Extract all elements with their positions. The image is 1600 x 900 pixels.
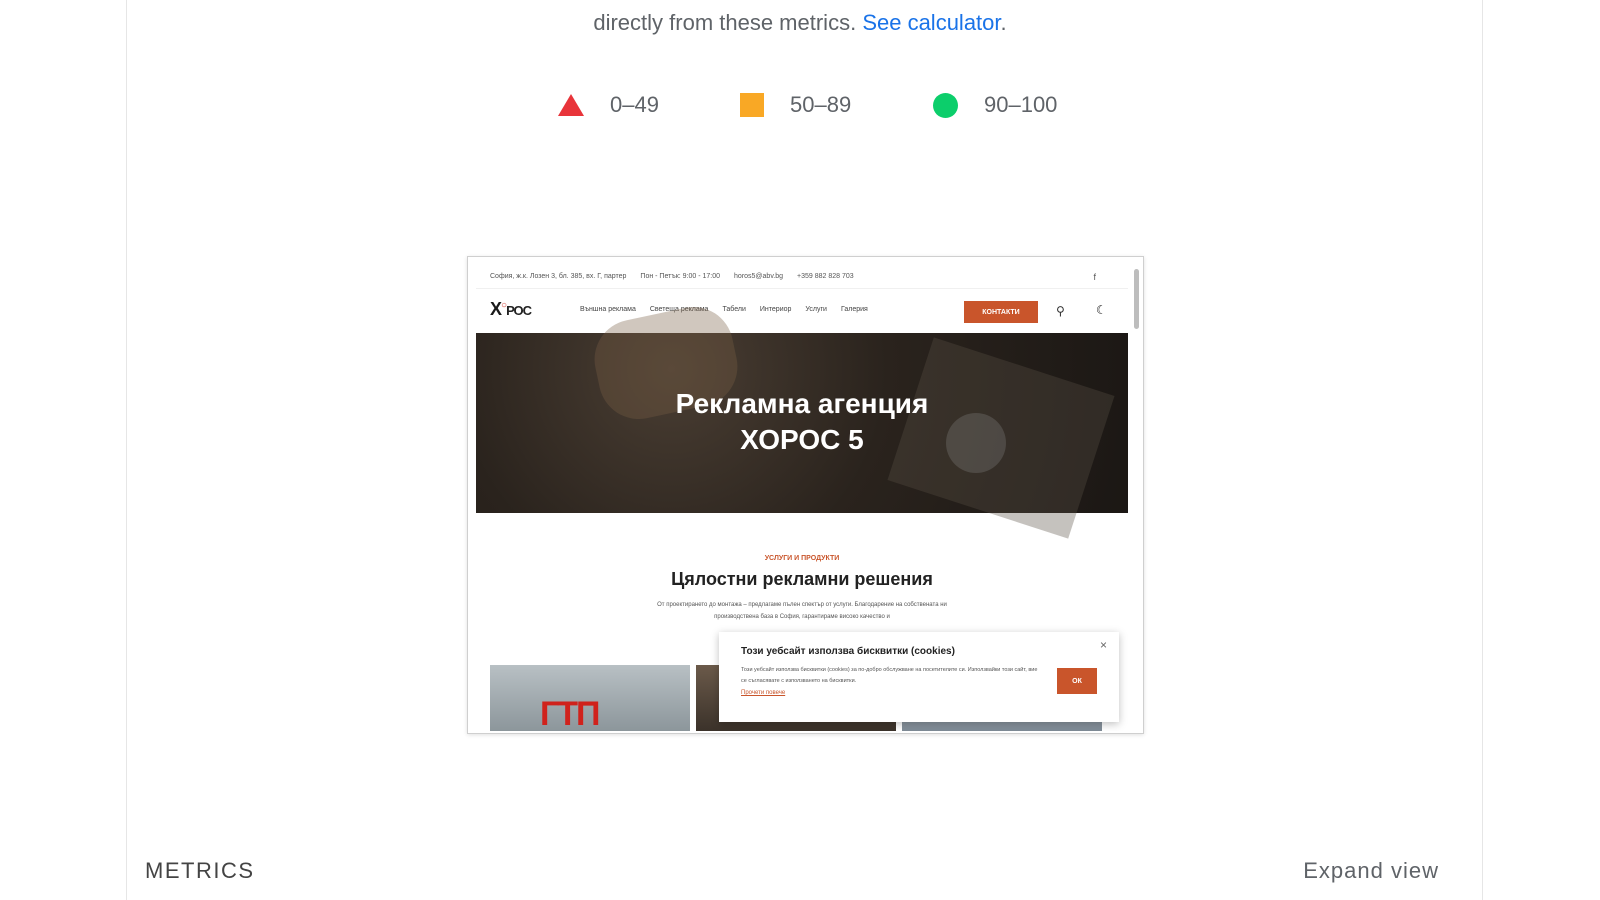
square-icon <box>740 93 764 117</box>
site-navbar: Х○РОС Външна реклама Светеща реклама Таб… <box>476 289 1128 333</box>
score-legend: 0–49 50–89 90–100 <box>0 88 1600 124</box>
section-title: Цялостни рекламни решения <box>671 569 933 589</box>
hours-text: Пон - Петък: 9:00 - 17:00 <box>640 273 721 280</box>
legend-item-fail: 0–49 <box>558 92 659 118</box>
thumbnail-sign-text: ГТП <box>540 695 601 731</box>
nav-item: Интериор <box>759 306 792 313</box>
triangle-icon <box>558 94 584 116</box>
contact-button: КОНТАКТИ <box>964 301 1038 323</box>
nav-item: Табели <box>722 306 746 313</box>
expand-view-toggle[interactable]: Expand view <box>1303 858 1439 884</box>
site-nav: Външна реклама Светеща реклама Табели Ин… <box>580 306 882 313</box>
nav-item: Външна реклама <box>580 306 636 313</box>
legend-label: 90–100 <box>984 92 1058 117</box>
legend-item-average: 50–89 <box>740 92 851 118</box>
legend-label: 0–49 <box>610 92 659 117</box>
search-icon: ⚲ <box>1056 304 1065 318</box>
intro-sentence: directly from these metrics. <box>593 10 857 35</box>
site-logo: Х○РОС <box>490 299 532 319</box>
legend-item-pass: 90–100 <box>933 92 1057 118</box>
cookie-banner: Този уебсайт използва бисквитки (cookies… <box>719 632 1119 722</box>
nav-item: Галерия <box>840 306 868 313</box>
address-text: София, ж.к. Лозен 3, бл. 385, вх. Г, пар… <box>490 273 627 280</box>
hero-title-line2: ХОРОС 5 <box>740 424 864 455</box>
hero-title: Рекламна агенция ХОРОС 5 <box>476 386 1128 458</box>
cookie-title: Този уебсайт използва бисквитки (cookies… <box>741 646 955 657</box>
site-topbar: София, ж.к. Лозен 3, бл. 385, вх. Г, пар… <box>476 265 1128 289</box>
email-text: horos5@abv.bg <box>734 273 784 280</box>
cookie-read-more-link: Прочети повече <box>741 690 786 696</box>
moon-icon: ☾ <box>1096 303 1107 317</box>
section-kicker: УСЛУГИ И ПРОДУКТИ <box>764 555 840 562</box>
intro-text: directly from these metrics. See calcula… <box>593 10 1007 35</box>
preview-scrollbar <box>1134 269 1139 329</box>
metrics-header: METRICS Expand view <box>0 858 1600 888</box>
nav-item: Услуги <box>805 306 827 313</box>
close-icon: × <box>1100 638 1108 652</box>
website-preview: София, ж.к. Лозен 3, бл. 385, вх. Г, пар… <box>476 265 1128 731</box>
section-description: От проектирането до монтажа – предлагаме… <box>657 602 947 620</box>
metrics-title: METRICS <box>145 858 255 883</box>
legend-label: 50–89 <box>790 92 852 117</box>
phone-text: +359 882 828 703 <box>797 273 854 280</box>
hero-banner: Рекламна агенция ХОРОС 5 <box>476 299 1128 539</box>
cookie-ok-button: ОК <box>1057 668 1097 694</box>
circle-icon <box>933 92 958 118</box>
final-screenshot[interactable]: София, ж.к. Лозен 3, бл. 385, вх. Г, пар… <box>467 256 1144 734</box>
see-calculator-link[interactable]: See calculator <box>862 10 1000 35</box>
cookie-text: Този уебсайт използва бисквитки (cookies… <box>741 667 1038 684</box>
hero-title-line1: Рекламна агенция <box>675 388 929 419</box>
service-thumbnail: ГТП <box>490 665 690 731</box>
facebook-icon: f <box>1093 272 1096 282</box>
